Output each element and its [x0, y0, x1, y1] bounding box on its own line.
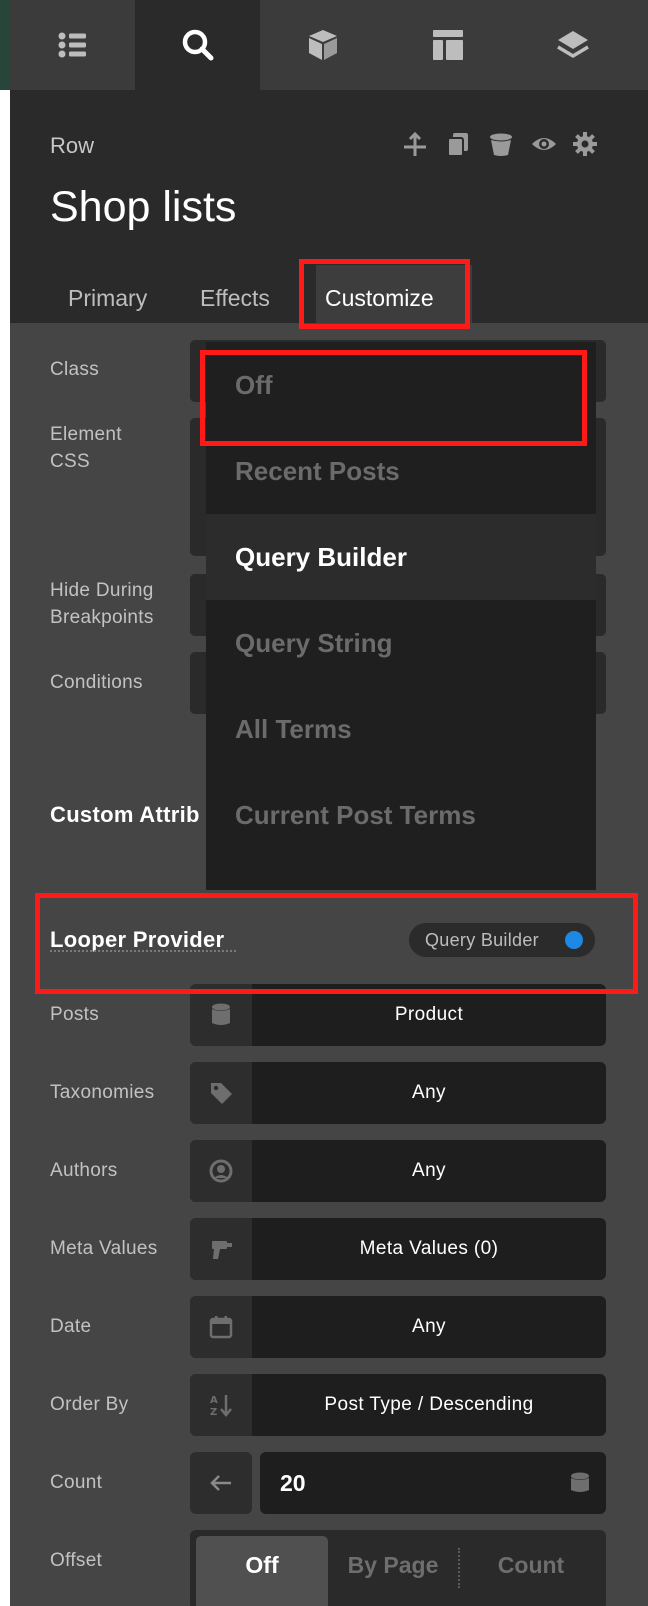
taxonomies-select[interactable]: Any: [190, 1062, 606, 1124]
looper-provider-underline: [50, 950, 236, 952]
dropdown-option-query-builder[interactable]: Query Builder: [206, 514, 596, 600]
tag-icon: [190, 1062, 252, 1124]
cube-icon: [308, 30, 337, 60]
cube-icon-button[interactable]: [260, 0, 385, 90]
offset-off-option[interactable]: Off: [196, 1536, 328, 1606]
database-icon: [190, 984, 252, 1046]
search-icon-button[interactable]: [135, 0, 260, 90]
count-label: Count: [50, 1472, 103, 1493]
delete-icon[interactable]: [487, 130, 515, 160]
count-input[interactable]: 20: [260, 1452, 606, 1514]
date-select[interactable]: Any: [190, 1296, 606, 1358]
count-value: 20: [280, 1470, 306, 1496]
layout-icon: [432, 30, 463, 60]
class-label: Class: [50, 359, 100, 380]
tab-effects[interactable]: Effects: [200, 285, 270, 312]
move-icon[interactable]: [401, 130, 429, 160]
list-icon-button[interactable]: [10, 0, 135, 90]
element-type-label: Row: [50, 133, 95, 158]
preview-icon[interactable]: [530, 130, 558, 160]
authors-select[interactable]: Any: [190, 1140, 606, 1202]
conditions-label: Conditions: [50, 672, 143, 693]
taxonomies-label: Taxonomies: [50, 1082, 155, 1103]
custom-attributes-heading: Custom Attrib: [50, 802, 200, 827]
dropdown-option-current-post-terms[interactable]: Current Post Terms: [206, 772, 596, 858]
posts-select[interactable]: Product: [190, 984, 606, 1046]
sort-az-icon: AZ: [190, 1374, 252, 1436]
arrow-left-icon: [210, 1475, 231, 1491]
looper-provider-value: Query Builder: [425, 930, 539, 950]
dropdown-option-query-string[interactable]: Query String: [206, 600, 596, 686]
hide-breakpoints-label: Hide During Breakpoints: [50, 580, 154, 628]
authors-value: Any: [412, 1160, 446, 1181]
dropdown-option-off[interactable]: Off: [206, 342, 596, 428]
svg-text:A: A: [210, 1395, 218, 1406]
segment-divider: [458, 1548, 460, 1588]
page-edge-accent: [0, 0, 10, 90]
offset-label: Offset: [50, 1550, 103, 1571]
element-css-label: Element CSS: [50, 424, 122, 472]
status-dot: [565, 931, 583, 949]
list-icon: [58, 32, 86, 58]
count-back-button[interactable]: [190, 1452, 252, 1514]
calendar-icon: [190, 1296, 252, 1358]
looper-provider-select[interactable]: Query Builder: [409, 923, 595, 957]
user-circle-icon: [190, 1140, 252, 1202]
posts-value: Product: [394, 1004, 464, 1025]
layers-icon: [556, 31, 589, 58]
meta-values-value: Meta Values (0): [359, 1238, 499, 1259]
duplicate-icon[interactable]: [444, 130, 472, 160]
page-edge: [0, 0, 10, 1606]
settings-icon[interactable]: [571, 130, 599, 160]
tab-customize[interactable]: Customize: [325, 285, 434, 312]
meta-values-label: Meta Values: [50, 1238, 158, 1259]
drill-icon: [190, 1218, 252, 1280]
layers-icon-button[interactable]: [510, 0, 635, 90]
dropdown-option-all-terms[interactable]: All Terms: [206, 686, 596, 772]
offset-count-option[interactable]: Count: [462, 1536, 600, 1606]
date-value: Any: [412, 1316, 446, 1337]
date-label: Date: [50, 1316, 92, 1337]
dropdown-option-current-page-children[interactable]: Current Page Children: [206, 858, 596, 890]
search-icon: [182, 29, 213, 61]
database-icon: [571, 1472, 589, 1492]
layout-icon-button[interactable]: [385, 0, 510, 90]
looper-provider-dropdown: Off Recent Posts Query Builder Query Str…: [206, 342, 596, 890]
posts-label: Posts: [50, 1004, 100, 1025]
authors-label: Authors: [50, 1160, 118, 1181]
order-by-select[interactable]: AZ Post Type / Descending: [190, 1374, 606, 1436]
svg-text:Z: Z: [210, 1407, 217, 1418]
meta-values-select[interactable]: Meta Values (0): [190, 1218, 606, 1280]
top-toolbar: [10, 0, 648, 90]
taxonomies-value: Any: [412, 1082, 446, 1103]
builder-panel: Row Shop lists Primary Effects Customize…: [10, 0, 648, 1606]
page-title: Shop lists: [50, 183, 237, 231]
order-by-label: Order By: [50, 1394, 129, 1415]
dropdown-option-recent-posts[interactable]: Recent Posts: [206, 428, 596, 514]
offset-segmented-control: Off By Page Count: [190, 1530, 606, 1606]
offset-by-page-option[interactable]: By Page: [330, 1536, 456, 1606]
tab-primary[interactable]: Primary: [68, 285, 147, 312]
order-by-value: Post Type / Descending: [324, 1394, 534, 1415]
